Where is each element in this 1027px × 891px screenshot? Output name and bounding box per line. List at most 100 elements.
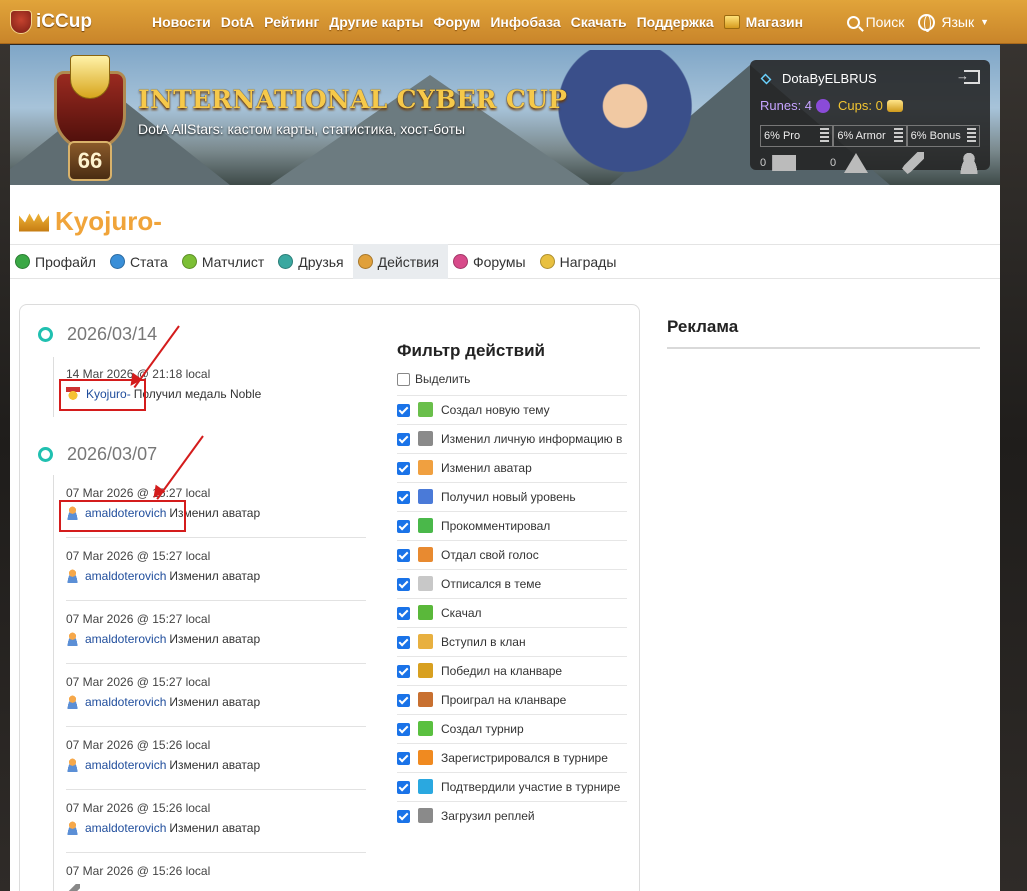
tab-profile[interactable]: Профайл <box>10 244 105 279</box>
filter-option[interactable]: Получил новый уровень <box>397 489 627 508</box>
nav-other-maps[interactable]: Другие карты <box>329 14 423 30</box>
filter-checkbox[interactable] <box>397 520 410 533</box>
level-badge[interactable]: 66 <box>50 53 130 181</box>
tab-forums[interactable]: Форумы <box>448 244 535 279</box>
filter-checkbox[interactable] <box>397 694 410 707</box>
select-all-row[interactable]: Выделить <box>397 371 627 388</box>
banner-subtitle: DotA AllStars: кастом карты, статистика,… <box>138 121 466 137</box>
filter-checkbox[interactable] <box>397 665 410 678</box>
filter-option[interactable]: Отписался в теме <box>397 576 627 595</box>
tab-awards[interactable]: Награды <box>535 244 626 279</box>
ad-section: Реклама <box>667 317 980 349</box>
filter-option[interactable]: Изменил личную информацию в <box>397 431 627 450</box>
filter-checkbox[interactable] <box>397 607 410 620</box>
nav-shop-label: Магазин <box>745 13 804 30</box>
filter-option[interactable]: Зарегистрировался в турнире <box>397 750 627 769</box>
currency-row: Runes: 4 Cups: 0 <box>760 98 903 113</box>
filter-option[interactable]: Вступил в клан <box>397 634 627 653</box>
nav-support[interactable]: Поддержка <box>637 14 714 30</box>
filter-checkbox[interactable] <box>397 723 410 736</box>
user-panel: DotaByELBRUS Runes: 4 Cups: 0 6% Pro 6% … <box>750 60 990 174</box>
filter-option-icon <box>418 402 433 417</box>
entry-divider <box>66 789 366 790</box>
trophy-icon <box>70 55 110 99</box>
filter-option[interactable]: Изменил аватар <box>397 460 627 479</box>
filter-checkbox[interactable] <box>397 810 410 823</box>
user-name-row[interactable]: DotaByELBRUS <box>760 71 877 86</box>
site-logo[interactable]: iCCup <box>10 9 130 34</box>
messages-button[interactable]: 0 <box>760 155 797 171</box>
search-button[interactable]: Поиск <box>846 14 904 30</box>
filter-option-label: Создал новую тему <box>441 403 550 417</box>
user-link[interactable]: amaldoterovich <box>85 569 166 583</box>
filter-option[interactable]: Создал новую тему <box>397 402 627 421</box>
bonus-bar-icon <box>893 128 903 144</box>
filter-option-label: Подтвердили участие в турнире <box>441 780 621 794</box>
nav-rating[interactable]: Рейтинг <box>264 14 319 30</box>
entry-action: Изменил аватар <box>169 821 261 835</box>
user-actions: 0 0 <box>760 152 980 174</box>
tab-actions[interactable]: Действия <box>352 244 448 279</box>
entry-action: Изменил аватар <box>169 569 261 583</box>
nav-shop[interactable]: Магазин <box>723 13 804 30</box>
tab-friends[interactable]: Друзья <box>273 244 352 279</box>
bonus-bar-icon <box>966 128 976 144</box>
filter-option-icon <box>418 663 433 678</box>
filter-option[interactable]: Победил на кланваре <box>397 663 627 682</box>
nav-forum[interactable]: Форум <box>434 14 481 30</box>
nav-download[interactable]: Скачать <box>571 14 627 30</box>
filter-checkbox[interactable] <box>397 781 410 794</box>
filter-checkbox[interactable] <box>397 462 410 475</box>
date-heading: 2026/03/14 <box>67 324 158 344</box>
filter-option[interactable]: Скачал <box>397 605 627 624</box>
filter-option[interactable]: Подтвердили участие в турнире <box>397 779 627 798</box>
filter-option-label: Вступил в клан <box>441 635 526 649</box>
tab-stats[interactable]: Стата <box>105 244 177 279</box>
settings-button[interactable] <box>902 152 925 174</box>
filter-divider <box>397 685 627 686</box>
tab-label: Друзья <box>298 253 344 270</box>
timeline-date: 2026/03/07 <box>38 444 157 465</box>
user-link[interactable]: amaldoterovich <box>85 632 166 646</box>
logo-shield-icon <box>10 9 32 34</box>
user-link[interactable]: amaldoterovich <box>85 758 166 772</box>
profile-tabs: Профайл Стата Матчлист Друзья Действия Ф… <box>10 244 1000 279</box>
entry-action: Изменил аватар <box>169 695 261 709</box>
avatar-icon <box>66 569 79 583</box>
user-link[interactable]: amaldoterovich <box>85 821 166 835</box>
filter-checkbox[interactable] <box>397 752 410 765</box>
actions-tab-icon <box>357 254 373 269</box>
filter-checkbox[interactable] <box>397 578 410 591</box>
logout-icon[interactable] <box>956 68 980 84</box>
filter-option[interactable]: Проиграл на кланваре <box>397 692 627 711</box>
page-background-right <box>1000 0 1027 891</box>
nav-infobase[interactable]: Инфобаза <box>490 14 560 30</box>
language-dropdown[interactable]: Язык ▼ <box>918 13 989 32</box>
warnings-button[interactable]: 0 <box>830 153 869 173</box>
rune-icon <box>816 98 831 113</box>
entry-divider <box>66 537 366 538</box>
entry-time: 07 Mar 2026 @ 15:26 local <box>66 864 211 878</box>
filter-option[interactable]: Загрузил реплей <box>397 808 627 827</box>
nav-news[interactable]: Новости <box>152 14 211 30</box>
user-link[interactable]: amaldoterovich <box>85 695 166 709</box>
profile-button[interactable] <box>957 152 980 174</box>
filter-option[interactable]: Прокомментировал <box>397 518 627 537</box>
nav-dota[interactable]: DotA <box>221 14 254 30</box>
user-icon <box>957 152 980 174</box>
filter-option-label: Создал турнир <box>441 722 524 736</box>
filter-option[interactable]: Создал турнир <box>397 721 627 740</box>
filter-option-label: Проиграл на кланваре <box>441 693 567 707</box>
tab-matchlist[interactable]: Матчлист <box>177 244 273 279</box>
filter-checkbox[interactable] <box>397 491 410 504</box>
filter-checkbox[interactable] <box>397 404 410 417</box>
filter-divider <box>397 598 627 599</box>
filter-checkbox[interactable] <box>397 433 410 446</box>
filter-option[interactable]: Отдал свой голос <box>397 547 627 566</box>
select-all-checkbox[interactable] <box>397 373 410 386</box>
filter-divider <box>397 540 627 541</box>
filter-checkbox[interactable] <box>397 636 410 649</box>
filter-checkbox[interactable] <box>397 549 410 562</box>
bonus-armor: 6% Armor <box>833 125 907 147</box>
activity-entry: 07 Mar 2026 @ 15:26 local amaldoterovich… <box>66 738 366 772</box>
